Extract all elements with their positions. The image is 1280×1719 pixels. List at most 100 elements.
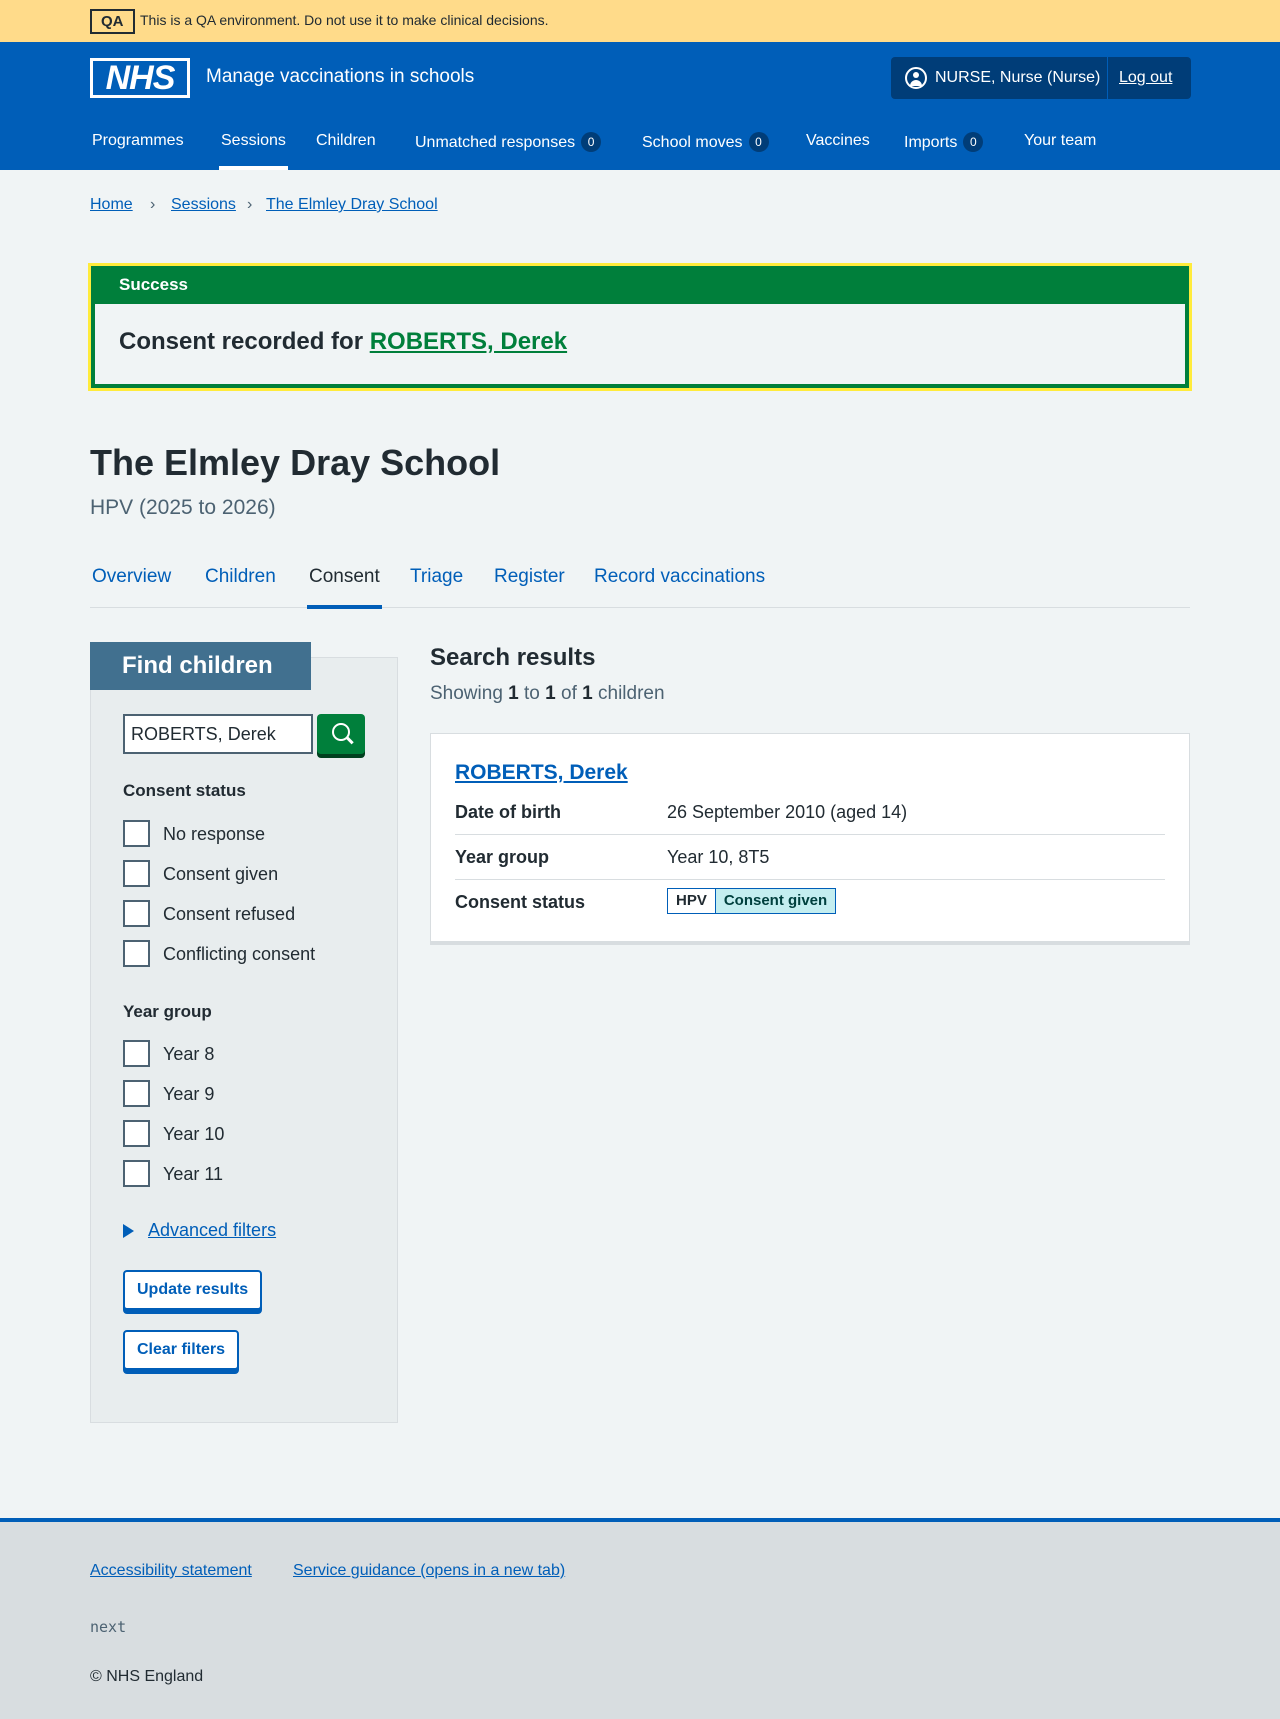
breadcrumb-sessions[interactable]: Sessions xyxy=(171,196,236,214)
nav-label: Unmatched responses xyxy=(415,134,576,151)
copyright: © NHS England xyxy=(90,1668,204,1685)
year-group-title: Year group xyxy=(123,1002,212,1021)
nav-label: School moves xyxy=(642,134,743,151)
qa-tag: QA xyxy=(90,9,135,34)
service-name[interactable]: Manage vaccinations in schools xyxy=(206,66,474,88)
account-name: NURSE, Nurse (Nurse) xyxy=(935,69,1101,86)
results-count: Showing 1 to 1 of 1 children xyxy=(430,683,665,705)
nav-label: Sessions xyxy=(221,132,286,149)
checkbox-label: Year 9 xyxy=(163,1084,215,1104)
count-text: children xyxy=(592,683,665,704)
account-panel: NURSE, Nurse (Nurse) Log out xyxy=(891,57,1191,99)
tab-children[interactable]: Children xyxy=(205,566,276,608)
checkbox-label: Year 10 xyxy=(163,1124,225,1144)
nav-programmes[interactable]: Programmes xyxy=(92,132,184,170)
nav-children[interactable]: Children xyxy=(316,132,376,170)
breadcrumb-school[interactable]: The Elmley Dray School xyxy=(266,196,438,214)
site-header: NHS Manage vaccinations in schools NURSE… xyxy=(0,42,1280,170)
clear-filters-button[interactable]: Clear filters xyxy=(123,1330,240,1370)
nhs-logo-text: NHS xyxy=(93,61,187,95)
qa-message: This is a QA environment. Do not use it … xyxy=(140,12,549,28)
footer-accessibility-link[interactable]: Accessibility statement xyxy=(90,1562,252,1580)
programme-tag: HPV xyxy=(668,889,716,913)
logout-link[interactable]: Log out xyxy=(1119,69,1172,87)
search-button[interactable] xyxy=(317,714,365,754)
success-message-prefix: Consent recorded for xyxy=(119,328,370,355)
count-text: to xyxy=(518,683,546,704)
nav-label: Programmes xyxy=(92,132,184,149)
success-message: Consent recorded for ROBERTS, Derek xyxy=(119,328,567,356)
footer-guidance-link[interactable]: Service guidance (opens in a new tab) xyxy=(293,1562,565,1580)
checkbox-label: Year 11 xyxy=(163,1164,224,1184)
checkbox[interactable] xyxy=(123,940,150,967)
user-icon xyxy=(905,67,927,89)
tab-record-vaccinations[interactable]: Record vaccinations xyxy=(594,566,765,608)
tab-consent[interactable]: Consent xyxy=(307,566,382,609)
primary-navigation: Programmes Sessions Children Unmatched r… xyxy=(0,132,1280,170)
checkbox[interactable] xyxy=(123,820,150,847)
qa-environment-banner: QA This is a QA environment. Do not use … xyxy=(0,0,1280,42)
results-title: Search results xyxy=(430,644,596,671)
success-notification: Success Consent recorded for ROBERTS, De… xyxy=(88,263,1192,391)
summary-value: 26 September 2010 (aged 14) xyxy=(667,802,908,822)
nav-unmatched-responses[interactable]: Unmatched responses 0 xyxy=(415,132,602,170)
count-from: 1 xyxy=(508,683,519,704)
checkbox-label: Consent given xyxy=(163,864,279,884)
advanced-filters-label: Advanced filters xyxy=(148,1220,277,1240)
checkbox[interactable] xyxy=(123,1120,150,1147)
checkbox-label: Year 8 xyxy=(163,1044,215,1064)
count-badge: 0 xyxy=(581,132,602,152)
nav-school-moves[interactable]: School moves 0 xyxy=(642,132,769,170)
consent-status-title: Consent status xyxy=(123,781,246,800)
filter-title: Find children xyxy=(90,642,311,690)
checkbox[interactable] xyxy=(123,1080,150,1107)
status-badge: Consent given xyxy=(715,889,836,913)
checkbox[interactable] xyxy=(123,860,150,887)
checkbox-label: Conflicting consent xyxy=(163,944,316,964)
summary-value: Year 10, 8T5 xyxy=(667,847,770,867)
count-text: of xyxy=(555,683,583,704)
checkbox[interactable] xyxy=(123,1160,150,1187)
nav-your-team[interactable]: Your team xyxy=(1024,132,1096,170)
account-divider xyxy=(1107,57,1108,99)
checkbox-label: Consent refused xyxy=(163,904,296,924)
chevron-right-icon: › xyxy=(247,196,253,213)
site-footer: Accessibility statement Service guidance… xyxy=(0,1518,1280,1719)
count-badge: 0 xyxy=(748,132,769,152)
page-caption: HPV (2025 to 2026) xyxy=(90,496,276,519)
count-text: Showing xyxy=(430,683,509,704)
child-card: ROBERTS, Derek Date of birth 26 Septembe… xyxy=(430,733,1190,945)
summary-key: Year group xyxy=(455,847,550,867)
update-results-button[interactable]: Update results xyxy=(123,1270,263,1310)
triangle-right-icon xyxy=(123,1224,134,1238)
nav-label: Children xyxy=(316,132,376,149)
page-title: The Elmley Dray School xyxy=(90,442,501,483)
search-input[interactable] xyxy=(123,714,313,754)
success-heading: Success xyxy=(119,275,188,294)
child-name-link[interactable]: ROBERTS, Derek xyxy=(455,761,628,785)
nav-sessions[interactable]: Sessions xyxy=(219,132,288,170)
consent-status-tag: HPV Consent given xyxy=(667,888,837,914)
nav-label: Imports xyxy=(904,134,958,151)
environment-label: next xyxy=(90,1618,127,1636)
success-child-link[interactable]: ROBERTS, Derek xyxy=(370,328,567,355)
summary-key: Date of birth xyxy=(455,802,561,822)
tab-register[interactable]: Register xyxy=(494,566,565,608)
breadcrumb-home[interactable]: Home xyxy=(90,196,133,214)
success-body: Consent recorded for ROBERTS, Derek xyxy=(95,304,1185,384)
nhs-logo[interactable]: NHS xyxy=(90,58,190,98)
summary-row-dob: Date of birth 26 September 2010 (aged 14… xyxy=(455,790,1165,835)
nav-vaccines[interactable]: Vaccines xyxy=(806,132,870,170)
summary-row-consent-status: Consent status HPV Consent given xyxy=(455,880,1165,925)
summary-row-year-group: Year group Year 10, 8T5 xyxy=(455,835,1165,880)
tab-triage[interactable]: Triage xyxy=(410,566,463,608)
nav-imports[interactable]: Imports 0 xyxy=(904,132,984,170)
tab-overview[interactable]: Overview xyxy=(92,566,171,608)
session-tabs: Overview Children Consent Triage Registe… xyxy=(90,560,1190,609)
summary-key: Consent status xyxy=(455,892,586,912)
checkbox-label: No response xyxy=(163,824,266,844)
chevron-right-icon: › xyxy=(150,196,156,213)
checkbox[interactable] xyxy=(123,1040,150,1067)
checkbox[interactable] xyxy=(123,900,150,927)
count-badge: 0 xyxy=(963,132,984,152)
